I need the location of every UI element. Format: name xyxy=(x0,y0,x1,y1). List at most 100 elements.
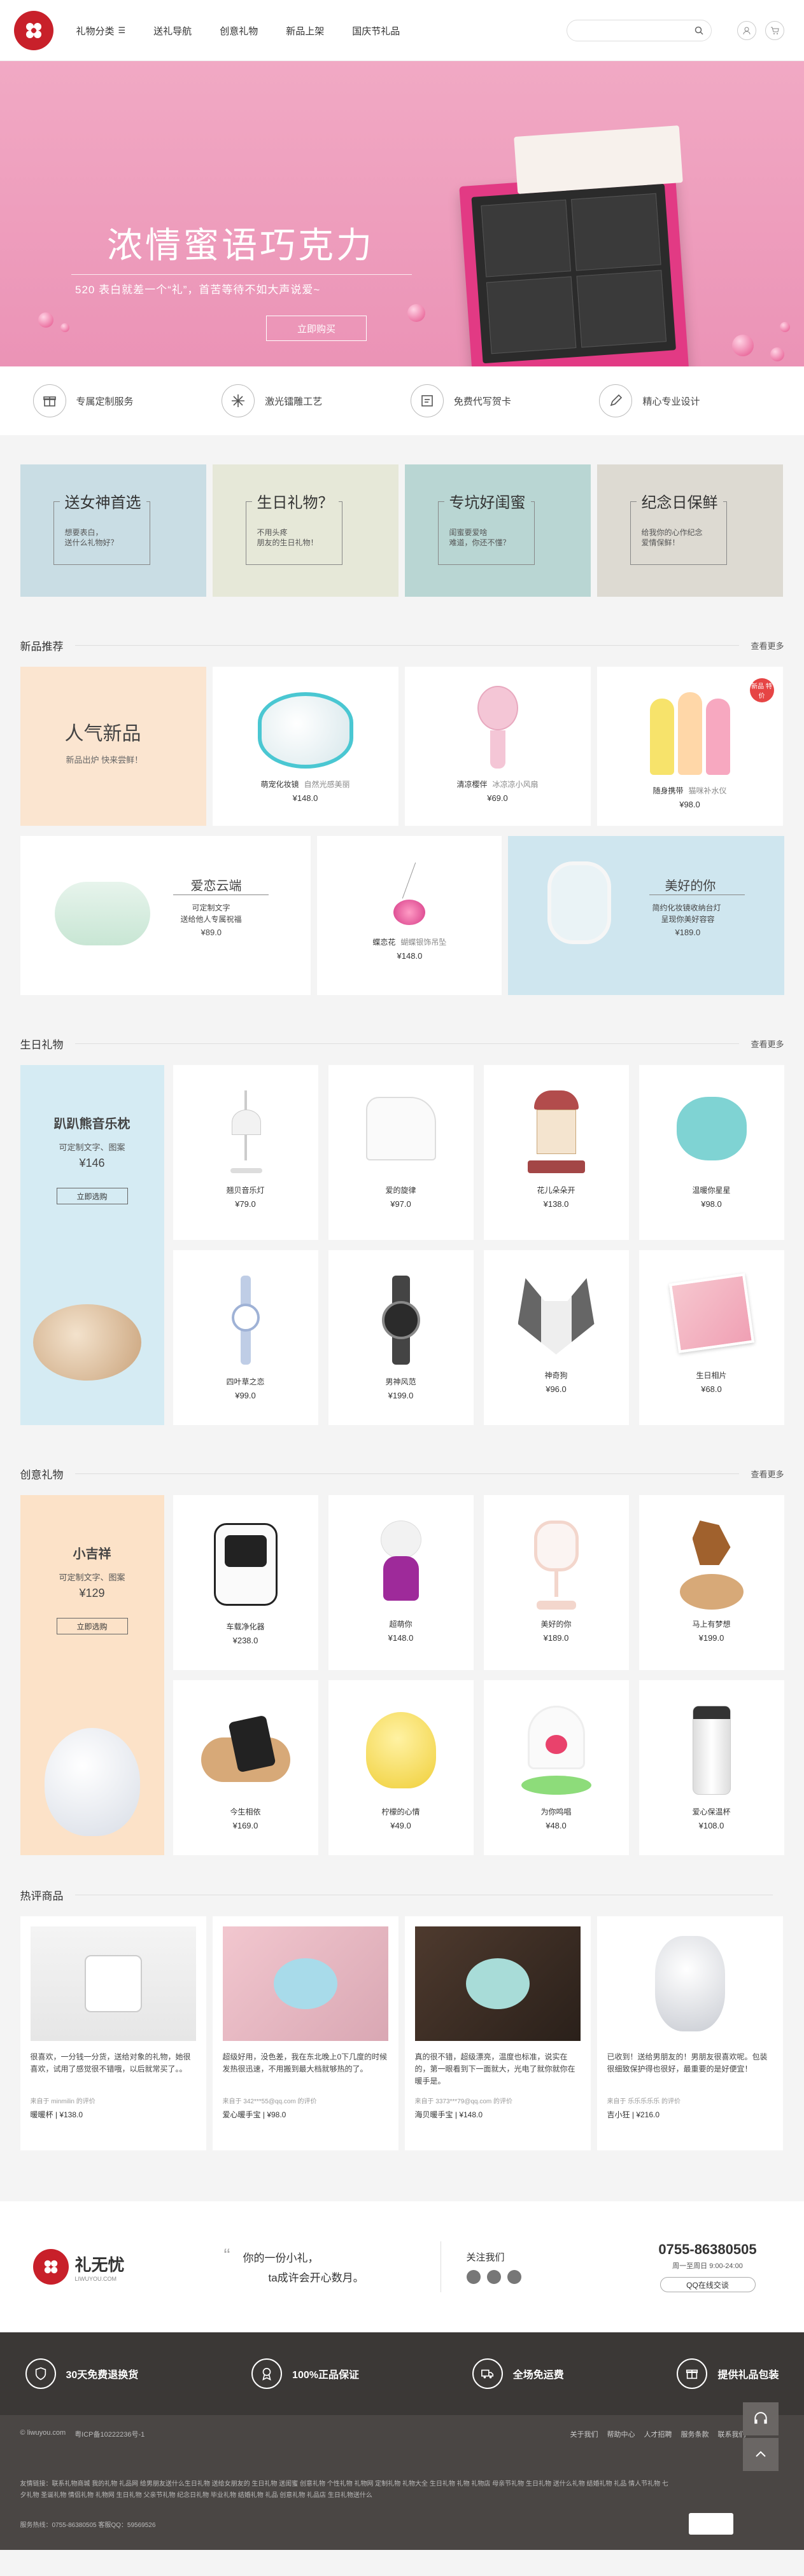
more-link[interactable]: 查看更多 xyxy=(751,1038,784,1050)
product-name: 随身携带 xyxy=(652,786,684,795)
product-card[interactable]: 新品 特价 随身携带 猫咪补水仪 ¥98.0 xyxy=(596,667,783,826)
review-from: 来自于 342***55@qq.com 的评价 xyxy=(222,2098,317,2105)
product-price: ¥148.0 xyxy=(459,2110,483,2119)
qq-icon[interactable] xyxy=(486,2269,501,2284)
birthday-feature-card[interactable]: 趴趴熊音乐枕 可定制文字、图案 ¥146 立即选购 xyxy=(20,1065,164,1425)
wide-line: 呈现你美好容容 xyxy=(661,915,715,924)
product-price: ¥48.0 xyxy=(546,1821,567,1830)
service-card: 免费代写贺卡 xyxy=(410,384,582,417)
product-desc: 蝴蝶银饰吊坠 xyxy=(400,938,447,947)
promo-row: 送女神首选 想要表白， 送什么礼物好？ 生日礼物？ 不用头疼 朋友的生日礼物！ 专坑… xyxy=(20,464,784,597)
site-logo[interactable] xyxy=(13,11,53,50)
product-price: ¥68.0 xyxy=(701,1384,722,1394)
product-card[interactable]: 美好的你 ¥189.0 xyxy=(483,1495,629,1670)
product-card[interactable]: 车载净化器 ¥238.0 xyxy=(173,1495,318,1670)
nav-item-creative[interactable]: 创意礼物 xyxy=(220,24,258,38)
promo-card[interactable]: 纪念日保鲜 给我你的心作纪念 爱情保鲜！ xyxy=(596,464,783,597)
footer-link[interactable]: 关于我们 xyxy=(570,2429,598,2439)
product-card[interactable]: 温暖你星星 ¥98.0 xyxy=(638,1065,784,1240)
shop-now-button[interactable]: 立即选购 xyxy=(56,1618,128,1634)
brand-domain: LIWUYOU.COM xyxy=(74,2275,117,2282)
more-link[interactable]: 查看更多 xyxy=(751,639,784,651)
search-input[interactable] xyxy=(566,20,712,41)
nav-item-new[interactable]: 新品上架 xyxy=(286,24,324,38)
product-card[interactable]: 清凉樱伴 冰凉凉小风扇 ¥69.0 xyxy=(404,667,591,826)
product-desc: 冰凉凉小风扇 xyxy=(492,780,539,789)
product-card[interactable]: 生日相片 ¥68.0 xyxy=(638,1250,784,1425)
product-name: 海贝暖手宝 xyxy=(414,2110,453,2119)
product-card[interactable]: 马上有梦想 ¥199.0 xyxy=(638,1495,784,1670)
logo-flower-icon xyxy=(32,2249,69,2285)
product-image xyxy=(521,1706,591,1795)
product-price: ¥138.0 xyxy=(543,1199,569,1209)
product-price: ¥189.0 xyxy=(543,1633,569,1643)
product-card[interactable]: 蝶恋花 蝴蝶银饰吊坠 ¥148.0 xyxy=(317,836,502,995)
qq-chat-button[interactable]: QQ在线交谈 xyxy=(659,2277,756,2292)
product-card[interactable]: 四叶草之恋 ¥99.0 xyxy=(173,1250,318,1425)
product-card[interactable]: 为你鸣唱 ¥48.0 xyxy=(483,1680,629,1855)
product-card-wide[interactable]: 爱恋云端 可定制文字 送给他人专属祝福 ¥89.0 xyxy=(20,836,311,995)
back-to-top-button[interactable] xyxy=(743,2438,779,2471)
footer-links: 关于我们 帮助中心 人才招聘 服务条款 联系我们 xyxy=(570,2429,746,2439)
more-link[interactable]: 查看更多 xyxy=(751,1468,784,1480)
review-card[interactable]: 已收到！送给男朋友的！男朋友很喜欢呢。包装很细致保护得也很好，最重要的是好便宜！… xyxy=(596,1916,783,2150)
product-card[interactable]: 萌宠化妆镜 自然光感美丽 ¥148.0 xyxy=(212,667,398,826)
wechat-icon[interactable] xyxy=(507,2269,521,2284)
promo-line: 难道，你还不懂？ xyxy=(449,538,511,547)
feature-price: ¥129 xyxy=(79,1587,105,1599)
guarantee-wrap: 提供礼品包装 xyxy=(677,2358,779,2389)
promo-title: 专坑好闺蜜 xyxy=(444,490,531,512)
new-feature-card[interactable]: 人气新品 新品出炉 快来尝鲜！ xyxy=(20,667,206,826)
product-card[interactable]: 翘贝音乐灯 ¥79.0 xyxy=(173,1065,318,1240)
product-name: 生日相片 xyxy=(696,1371,727,1380)
product-card[interactable]: 神奇狗 ¥96.0 xyxy=(483,1250,629,1425)
promo-card[interactable]: 生日礼物？ 不用头疼 朋友的生日礼物！ xyxy=(212,464,398,597)
chat-float-button[interactable] xyxy=(743,2402,779,2435)
footer-link[interactable]: 联系我们 xyxy=(718,2429,746,2439)
nav-item-national-day[interactable]: 国庆节礼品 xyxy=(352,24,400,38)
product-image xyxy=(676,1097,747,1160)
product-card[interactable]: 柠檬的心情 ¥49.0 xyxy=(328,1680,474,1855)
nav-item-guide[interactable]: 送礼导航 xyxy=(153,24,192,38)
product-card[interactable]: 爱心保温杯 ¥108.0 xyxy=(638,1680,784,1855)
product-card[interactable]: 男神风范 ¥199.0 xyxy=(328,1250,474,1425)
product-card[interactable]: 花儿朵朵开 ¥138.0 xyxy=(483,1065,629,1240)
nav-item-categories[interactable]: 礼物分类 ☰ xyxy=(76,24,126,38)
product-price: ¥98.0 xyxy=(267,2110,286,2119)
review-from: 来自于 3373***79@qq.com 的评价 xyxy=(414,2098,513,2105)
footer-link[interactable]: 服务条款 xyxy=(681,2429,709,2439)
product-name: 超萌你 xyxy=(389,1620,413,1629)
search-icon[interactable] xyxy=(695,26,703,35)
promo-card[interactable]: 专坑好闺蜜 闺蜜要爱啥 难道，你还不懂？ xyxy=(404,464,591,597)
shop-now-button[interactable]: 立即选购 xyxy=(56,1188,128,1204)
weibo-icon[interactable] xyxy=(466,2269,481,2284)
product-card-wide[interactable]: 美好的你 简约化妆镜收纳台灯 呈现你美好容容 ¥189.0 xyxy=(508,836,784,995)
product-card[interactable]: 爱的旋律 ¥97.0 xyxy=(328,1065,474,1240)
product-card[interactable]: 今生相依 ¥169.0 xyxy=(173,1680,318,1855)
guarantee-label: 100%正品保证 xyxy=(292,2370,359,2381)
hero-banner[interactable]: 浓情蜜语巧克力 520 表白就差一个“礼”，首苦等待不如大声说爱~ 立即购买 xyxy=(0,61,804,366)
cart-icon[interactable] xyxy=(765,21,784,40)
product-name: 蝶恋花 xyxy=(372,938,396,947)
product-image xyxy=(607,1926,773,2041)
review-card[interactable]: 超级好用，没色差，我在东北晚上0下几度的时候发热很迅速，不用搬到最大档就够热的了… xyxy=(212,1916,398,2150)
buy-now-button[interactable]: 立即购买 xyxy=(266,316,367,341)
promo-card[interactable]: 送女神首选 想要表白， 送什么礼物好？ xyxy=(20,464,206,597)
promo-title: 送女神首选 xyxy=(59,490,146,512)
product-price: ¥97.0 xyxy=(390,1199,411,1209)
creative-grid: 小吉祥 可定制文字、图案 ¥129 立即选购 车载净化器 ¥238.0 超萌你 ¥1… xyxy=(20,1495,784,1855)
review-card[interactable]: 真的很不错，超级漂亮，温度也标准，说实在的，第一眼看到下一面就大，光电了就你就你… xyxy=(404,1916,591,2150)
review-card[interactable]: 很喜欢，一分钱一分货，送给对象的礼物，她很喜欢，试用了感觉很不错哦，以后就常买了… xyxy=(20,1916,206,2150)
product-card[interactable]: 超萌你 ¥148.0 xyxy=(328,1495,474,1670)
product-name: 爱的旋律 xyxy=(385,1186,416,1195)
creative-feature-card[interactable]: 小吉祥 可定制文字、图案 ¥129 立即选购 xyxy=(20,1495,164,1855)
section-title: 创意礼物 xyxy=(20,1468,64,1481)
gift-box-icon xyxy=(32,384,66,417)
footer-link[interactable]: 人才招聘 xyxy=(644,2429,672,2439)
site-header: 礼物分类 ☰ 送礼导航 创意礼物 新品上架 国庆节礼品 xyxy=(0,0,804,61)
user-icon[interactable] xyxy=(737,21,756,40)
decor-bubble xyxy=(732,335,754,356)
banner-divider xyxy=(71,274,412,275)
footer-logo[interactable]: 礼无忧 LIWUYOU.COM xyxy=(32,2249,186,2285)
footer-link[interactable]: 帮助中心 xyxy=(607,2429,635,2439)
